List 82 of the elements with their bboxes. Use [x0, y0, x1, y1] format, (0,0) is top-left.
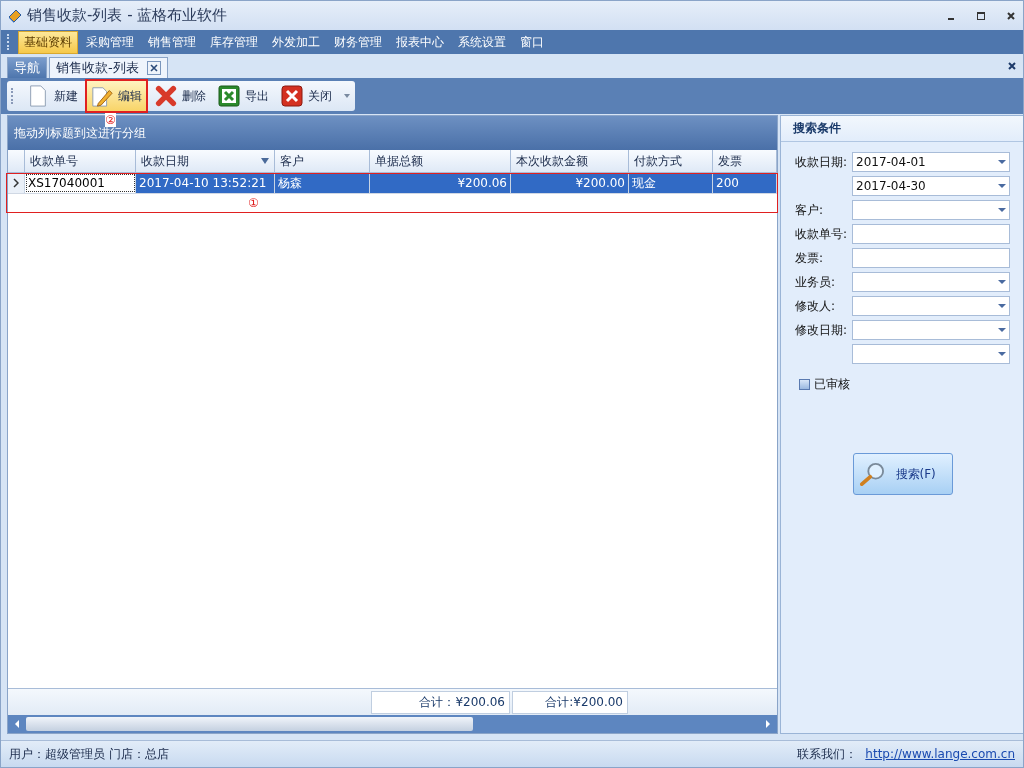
delete-icon: [155, 85, 177, 107]
scroll-right-icon[interactable]: [764, 719, 772, 729]
table-row[interactable]: XS17040001 2017-04-10 13:52:21 杨森 ¥200.06 ¥200.00 现金 200: [8, 173, 777, 194]
dropdown-caret-icon[interactable]: [998, 207, 1006, 213]
menu-item[interactable]: 窗口: [514, 30, 550, 54]
column-header[interactable]: 付款方式: [629, 150, 713, 172]
search-button[interactable]: 搜索(F): [852, 453, 953, 495]
field-label: 修改人:: [795, 297, 837, 315]
toolbar-button[interactable]: 导出: [213, 82, 274, 110]
website-link[interactable]: http://www.lange.com.cn: [865, 747, 1015, 761]
table-cell: 200: [713, 173, 777, 193]
status-text: 用户：超级管理员 门店：总店: [9, 745, 169, 763]
toolbar-button[interactable]: 删除: [150, 82, 211, 110]
column-header[interactable]: 收款单号: [25, 150, 136, 172]
menu-item[interactable]: 外发加工: [266, 30, 326, 54]
table-cell: 现金: [629, 173, 713, 193]
close-icon[interactable]: [1005, 9, 1017, 22]
annotation-number: ①: [248, 196, 259, 210]
input-field[interactable]: [852, 248, 1010, 268]
field-label: 收款日期:: [795, 153, 849, 171]
menu-item[interactable]: 报表中心: [390, 30, 450, 54]
dropdown-caret-icon[interactable]: [998, 303, 1006, 309]
dropdown-field[interactable]: 2017-04-01: [852, 152, 1010, 172]
document-icon: [27, 85, 49, 107]
menu-item[interactable]: 库存管理: [204, 30, 264, 54]
menu-item[interactable]: 基础资料: [18, 30, 78, 54]
dropdown-caret-icon[interactable]: [998, 327, 1006, 333]
status-text: 联系我们：: [797, 745, 858, 763]
tab[interactable]: 销售收款-列表: [49, 57, 168, 78]
dropdown-caret-icon[interactable]: [998, 159, 1006, 165]
column-header[interactable]: 单据总额: [370, 150, 511, 172]
dropdown-caret-icon[interactable]: [998, 279, 1006, 285]
menu-item[interactable]: 财务管理: [328, 30, 388, 54]
group-hint: 拖动列标题到这进行分组: [14, 124, 146, 142]
table-cell: XS17040001: [25, 173, 136, 193]
dropdown-field[interactable]: [852, 272, 1010, 292]
column-header[interactable]: 本次收款金额: [511, 150, 629, 172]
dropdown-caret-icon[interactable]: [998, 183, 1006, 189]
column-header[interactable]: 客户: [275, 150, 370, 172]
table-cell: ¥200.00: [511, 173, 629, 193]
dropdown-caret-icon[interactable]: [998, 351, 1006, 357]
field-label: 修改日期:: [795, 321, 849, 339]
dropdown-field[interactable]: [852, 296, 1010, 316]
checkbox[interactable]: [799, 379, 810, 390]
toolbar-button[interactable]: 编辑: [85, 79, 148, 113]
table-cell: 杨森: [275, 173, 370, 193]
toolbar-button[interactable]: 关闭: [276, 82, 337, 110]
field-label: 客户:: [795, 201, 825, 219]
close-icon[interactable]: [1007, 61, 1017, 71]
checkbox-label: 已审核: [814, 376, 850, 393]
menu-item[interactable]: 销售管理: [142, 30, 202, 54]
row-pointer-icon: [13, 178, 19, 188]
panel-title: 搜索条件: [781, 116, 1023, 142]
column-header[interactable]: 收款日期: [136, 150, 275, 172]
dropdown-caret-icon[interactable]: [343, 93, 351, 99]
field-label: 业务员:: [795, 273, 837, 291]
dropdown-field[interactable]: [852, 320, 1010, 340]
dropdown-field[interactable]: [852, 200, 1010, 220]
tab[interactable]: 导航: [7, 57, 47, 78]
field-label: 发票:: [795, 249, 825, 267]
menu-item[interactable]: 系统设置: [452, 30, 512, 54]
dropdown-field[interactable]: 2017-04-30: [852, 176, 1010, 196]
column-total: 合计:¥200.00: [512, 690, 628, 714]
menu-item[interactable]: 采购管理: [80, 30, 140, 54]
close-icon: [281, 85, 303, 107]
window-title: 销售收款-列表 - 蓝格布业软件: [27, 6, 228, 25]
column-header[interactable]: 发票: [713, 150, 777, 172]
horizontal-scrollbar[interactable]: [8, 715, 777, 733]
close-icon[interactable]: [146, 61, 161, 75]
table-cell: 2017-04-10 13:52:21: [136, 173, 275, 193]
table-cell: ¥200.06: [370, 173, 511, 193]
column-total: 合计：¥200.06: [371, 690, 510, 714]
dropdown-field[interactable]: [852, 344, 1010, 364]
field-label: 收款单号:: [795, 225, 849, 243]
annotation-number: ②: [105, 113, 116, 127]
scroll-left-icon[interactable]: [13, 719, 21, 729]
sort-icon: [261, 157, 269, 165]
edit-icon: [91, 85, 113, 107]
search-icon: [857, 462, 886, 486]
toolbar-button[interactable]: 新建: [22, 82, 83, 110]
input-field[interactable]: [852, 224, 1010, 244]
spreadsheet-icon: [218, 85, 240, 107]
